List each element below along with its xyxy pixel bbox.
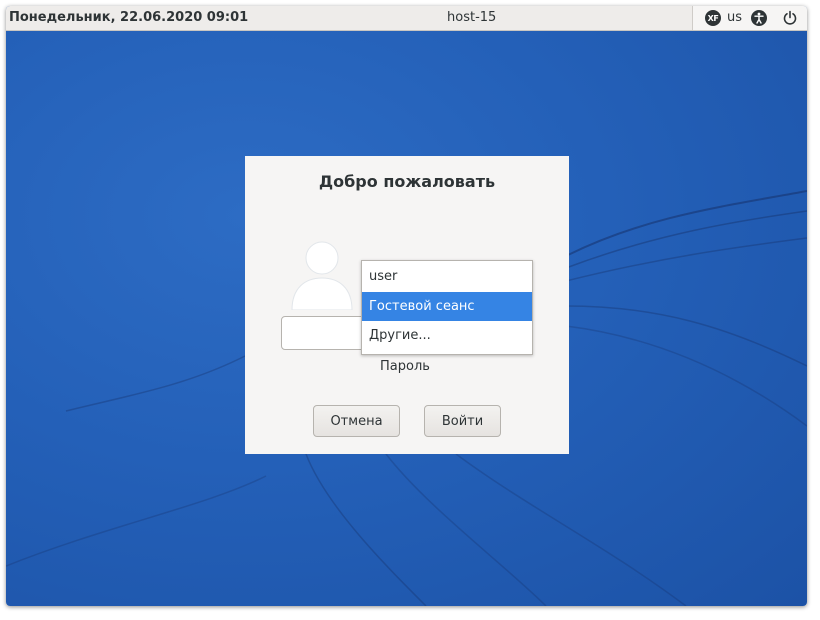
- top-panel: Понедельник, 22.06.2020 09:01 host-15 XF…: [6, 6, 807, 31]
- accessibility-icon[interactable]: [749, 8, 769, 28]
- cancel-button[interactable]: Отмена: [313, 405, 400, 437]
- login-dialog: Добро пожаловать user Гостевой сеанс Дру…: [245, 156, 569, 454]
- menu-item-other[interactable]: Другие...: [362, 321, 532, 350]
- menu-item-user[interactable]: user: [362, 262, 532, 291]
- power-icon[interactable]: [780, 8, 800, 28]
- xf-icon[interactable]: XF: [703, 8, 723, 28]
- menu-item-guest-session[interactable]: Гостевой сеанс: [362, 292, 532, 321]
- desktop-screen: Понедельник, 22.06.2020 09:01 host-15 XF…: [6, 6, 807, 606]
- keyboard-layout-indicator[interactable]: us: [727, 10, 742, 25]
- user-dropdown-menu: user Гостевой сеанс Другие...: [361, 260, 533, 355]
- clock[interactable]: Понедельник, 22.06.2020 09:01: [9, 10, 248, 25]
- password-label: Пароль: [380, 359, 430, 374]
- username-combo-field[interactable]: [281, 316, 369, 350]
- hostname: host-15: [447, 10, 497, 25]
- login-button[interactable]: Войти: [424, 405, 501, 437]
- user-avatar-icon: [289, 240, 355, 311]
- welcome-title: Добро пожаловать: [318, 172, 496, 191]
- system-tray: XF us: [692, 6, 807, 30]
